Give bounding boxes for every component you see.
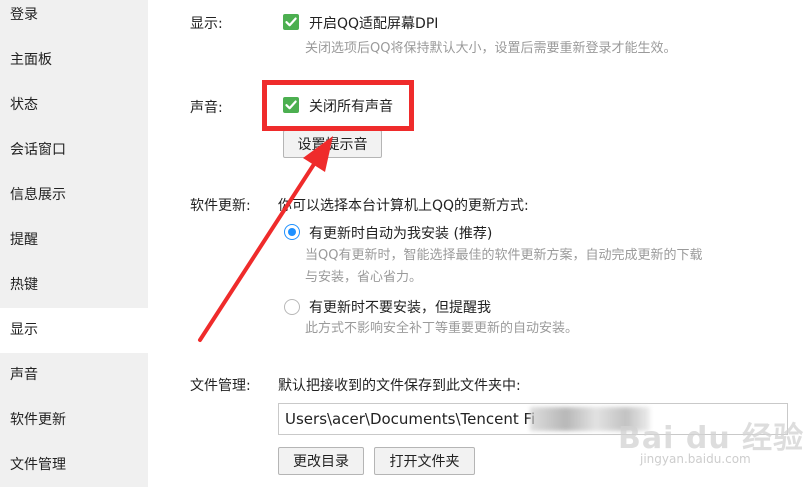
redacted-path-blur [530, 407, 650, 431]
sidebar-item-hotkeys[interactable]: 热键 [0, 263, 148, 308]
open-folder-button[interactable]: 打开文件夹 [374, 447, 475, 475]
watermark-url-text: jingyan.baidu.com [640, 452, 751, 466]
file-intro-text: 默认把接收到的文件保存到此文件夹中: [278, 378, 521, 394]
settings-sidebar: 登录 主面板 状态 会话窗口 信息展示 提醒 热键 显示 声音 软件更新 文件管… [0, 0, 148, 487]
auto-install-description-line1: 当QQ有更新时，智能选择最佳的软件更新方案，自动完成更新的下载 [305, 248, 703, 263]
sound-section-label: 声音: [190, 100, 223, 116]
file-section-label: 文件管理: [190, 378, 251, 394]
notify-only-radio[interactable] [284, 299, 300, 315]
check-icon [285, 17, 297, 27]
dpi-checkbox[interactable] [283, 14, 299, 30]
notify-only-description: 此方式不影响安全补丁等重要更新的自动安装。 [305, 321, 579, 336]
change-directory-button[interactable]: 更改目录 [278, 447, 364, 475]
update-section-label: 软件更新: [190, 198, 251, 214]
sidebar-item-chat-window[interactable]: 会话窗口 [0, 128, 148, 173]
display-section-label: 显示: [190, 16, 223, 32]
sidebar-item-sound[interactable]: 声音 [0, 353, 148, 398]
sidebar-item-software-update[interactable]: 软件更新 [0, 398, 148, 443]
annotation-highlight-box [262, 80, 414, 131]
sidebar-item-info-display[interactable]: 信息展示 [0, 173, 148, 218]
sidebar-item-reminder[interactable]: 提醒 [0, 218, 148, 263]
auto-install-radio[interactable] [284, 224, 300, 240]
sidebar-item-file-management[interactable]: 文件管理 [0, 443, 148, 488]
dpi-description: 关闭选项后QQ将保持默认大小，设置后需要重新登录才能生效。 [305, 41, 677, 56]
set-notification-sound-button[interactable]: 设置提示音 [283, 130, 382, 158]
sidebar-item-login[interactable]: 登录 [0, 0, 148, 38]
sidebar-item-display[interactable]: 显示 [0, 308, 148, 353]
sidebar-item-status[interactable]: 状态 [0, 83, 148, 128]
auto-install-description-line2: 与安装，省心省力。 [305, 270, 423, 285]
sidebar-item-main-panel[interactable]: 主面板 [0, 38, 148, 83]
notify-only-label[interactable]: 有更新时不要安装，但提醒我 [309, 297, 491, 317]
update-intro-text: 你可以选择本台计算机上QQ的更新方式: [278, 198, 529, 214]
dpi-checkbox-label[interactable]: 开启QQ适配屏幕DPI [309, 13, 438, 33]
auto-install-label[interactable]: 有更新时自动为我安装 (推荐) [309, 223, 492, 243]
